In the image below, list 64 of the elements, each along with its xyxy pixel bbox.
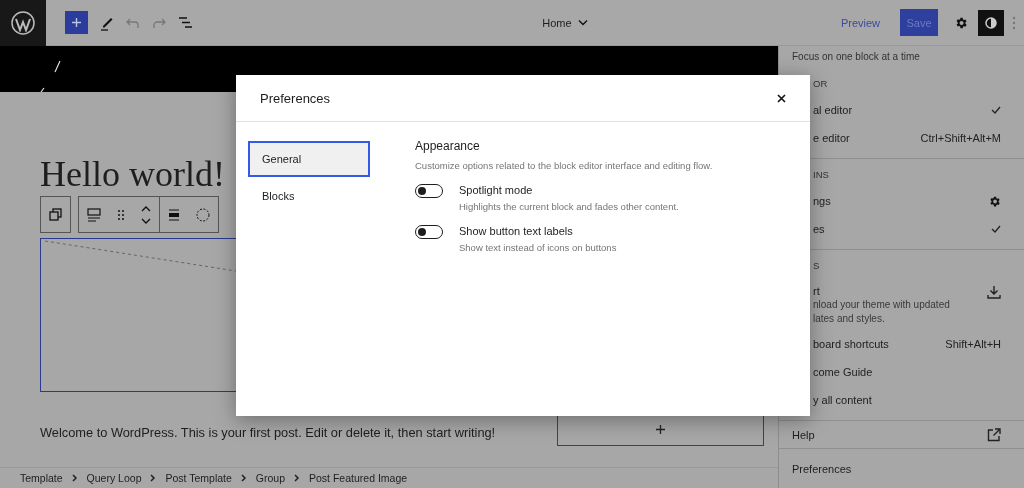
list-view-icon[interactable]: [178, 16, 193, 29]
menu-item-label: e editor: [813, 132, 850, 144]
menu-group-label: OR: [812, 77, 829, 91]
section-description: Customize options related to the block editor interface and editing flow.: [415, 160, 713, 171]
menu-group-label: S: [812, 259, 821, 273]
settings-icon: [988, 194, 1001, 208]
settings-icon[interactable]: [954, 15, 968, 30]
breadcrumb-item[interactable]: Group: [255, 472, 285, 484]
option-label: Show button text labels: [459, 225, 574, 237]
menu-item-description: nload your theme with updated: [813, 299, 950, 311]
chevron-icon: [150, 474, 157, 482]
chevron-down-icon: [577, 19, 588, 26]
menu-item[interactable]: Preferences: [779, 449, 1024, 488]
plus-icon: [655, 424, 666, 435]
option-help: Show text instead of icons on buttons: [459, 242, 617, 253]
dialog-title: Preferences: [260, 90, 331, 106]
copy-icon[interactable]: [49, 208, 62, 221]
option-label: Spotlight mode: [459, 184, 534, 196]
move-up-down-icon[interactable]: [141, 205, 151, 224]
section-title: Appearance: [415, 139, 481, 153]
chevron-icon: [240, 474, 247, 482]
close-icon[interactable]: [777, 93, 786, 103]
line-drawing: [40, 60, 61, 92]
menu-item-label: es: [813, 223, 825, 235]
post-title: Hello world!: [40, 154, 225, 194]
download-icon: [987, 285, 1001, 299]
drag-handle-icon[interactable]: [117, 208, 125, 221]
external-link-icon: [987, 427, 1001, 442]
dialog-tab[interactable]: Blocks: [248, 178, 370, 214]
menu-item-label: rt: [813, 285, 821, 297]
wordpress-logo-icon[interactable]: [11, 10, 35, 35]
menu-item-label: board shortcuts: [813, 338, 889, 350]
menu-item-label: come Guide: [813, 366, 873, 378]
shortcut-text: Ctrl+Shift+Alt+M: [920, 132, 1001, 144]
chevron-icon: [71, 474, 78, 482]
chevron-icon: [294, 474, 300, 482]
toggle-switch[interactable]: [415, 225, 443, 239]
breadcrumb-item[interactable]: Post Featured Image: [309, 472, 408, 484]
breadcrumb-item[interactable]: Query Loop: [86, 472, 142, 484]
menu-item-description: lates and styles.: [813, 313, 886, 325]
menu-item-label: ngs: [813, 195, 831, 207]
plus-icon: [71, 17, 82, 28]
menu-group-label: INS: [812, 168, 830, 182]
menu-item-label: Help: [792, 428, 815, 441]
toggle-switch[interactable]: [415, 184, 443, 198]
shortcut-text: Shift+Alt+H: [945, 338, 1001, 350]
option-help: Highlights the current block and fades other content.: [459, 201, 679, 212]
menu-item[interactable]: Help: [779, 421, 1024, 449]
align-icon[interactable]: [168, 208, 180, 221]
menu-item-label: al editor: [813, 104, 853, 116]
menu-item[interactable]: rt nload your theme with updated lates and styles.: [779, 278, 1024, 330]
menu-item[interactable]: ngs: [779, 187, 1024, 215]
menu-item-label: y all content: [813, 394, 872, 406]
breadcrumb-item[interactable]: Template: [20, 472, 63, 484]
image-text-icon[interactable]: [87, 207, 101, 222]
post-paragraph: Welcome to WordPress. This is your first post. Edit or delete it, then start writing!: [40, 425, 496, 440]
dashed-circle-icon[interactable]: [196, 207, 210, 222]
dialog-tab[interactable]: General: [248, 141, 370, 177]
add-block-button[interactable]: [65, 11, 88, 34]
breadcrumb-item[interactable]: Post Template: [165, 472, 232, 484]
menu-item[interactable]: al editor: [779, 96, 1024, 124]
document-title[interactable]: Home: [485, 15, 645, 30]
menu-item[interactable]: es: [779, 215, 1024, 243]
menu-item-description: Focus on one block at a time: [791, 50, 921, 64]
